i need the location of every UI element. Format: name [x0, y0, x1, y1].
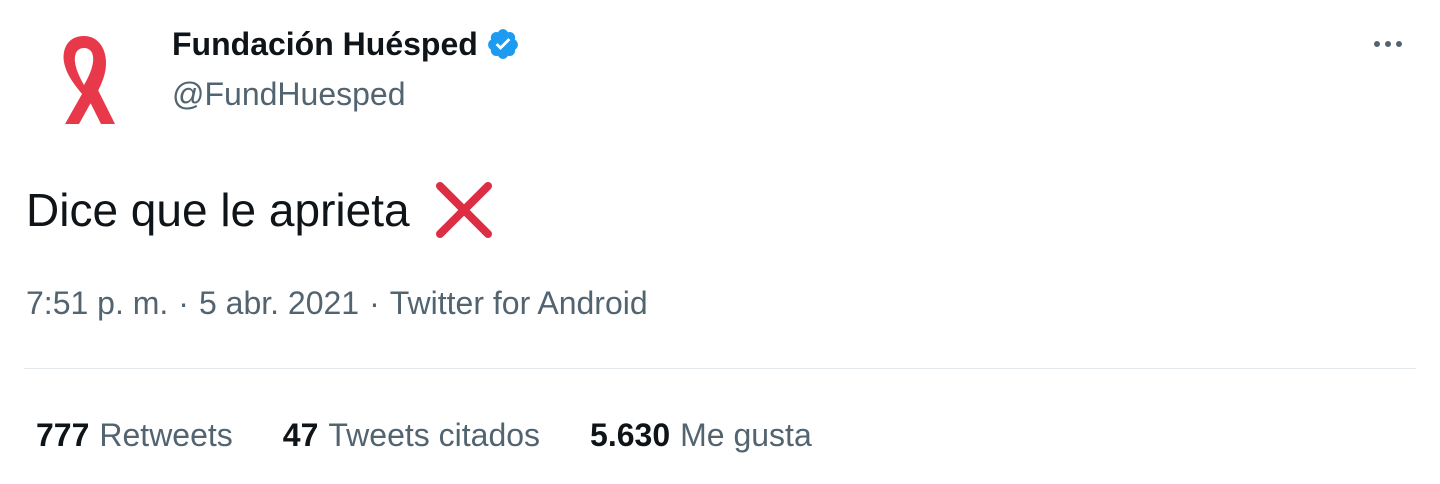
verified-badge-icon — [486, 27, 520, 61]
retweets-label: Retweets — [99, 417, 233, 453]
author-name-row: Fundación Huésped — [172, 24, 520, 64]
meta-separator: · — [369, 285, 380, 321]
more-dot — [1385, 41, 1391, 47]
tweet-text: Dice que le aprieta — [26, 178, 496, 242]
likes-count: 5.630 — [590, 417, 671, 453]
quote-tweets-stat[interactable]: 47 Tweets citados — [283, 414, 540, 456]
tweet-meta: 7:51 p. m. · 5 abr. 2021 · Twitter for A… — [26, 282, 648, 324]
more-dot — [1396, 41, 1402, 47]
tweet-card: Fundación Huésped @FundHuesped Dice que … — [0, 0, 1440, 484]
red-ribbon-icon — [63, 36, 115, 124]
quote-tweets-count: 47 — [282, 417, 319, 453]
tweet-time[interactable]: 7:51 p. m. — [26, 282, 168, 324]
likes-stat[interactable]: 5.630 Me gusta — [590, 414, 812, 456]
tweet-text-content: Dice que le aprieta — [26, 184, 410, 236]
avatar[interactable] — [26, 22, 142, 138]
tweet-stats: 777 Retweets 47 Tweets citados 5.630 Me … — [36, 414, 812, 456]
author-handle[interactable]: @FundHuesped — [172, 74, 406, 114]
meta-separator: · — [178, 285, 189, 321]
quote-tweets-label: Tweets citados — [328, 417, 541, 453]
more-dot — [1374, 41, 1380, 47]
author-display-name[interactable]: Fundación Huésped — [172, 24, 478, 64]
more-options-button[interactable] — [1360, 24, 1416, 64]
cross-mark-icon — [432, 178, 496, 242]
likes-label: Me gusta — [680, 417, 812, 453]
tweet-date[interactable]: 5 abr. 2021 — [199, 282, 359, 324]
divider — [24, 368, 1416, 369]
retweets-stat[interactable]: 777 Retweets — [36, 414, 233, 456]
tweet-source[interactable]: Twitter for Android — [390, 282, 648, 324]
retweets-count: 777 — [36, 417, 90, 453]
